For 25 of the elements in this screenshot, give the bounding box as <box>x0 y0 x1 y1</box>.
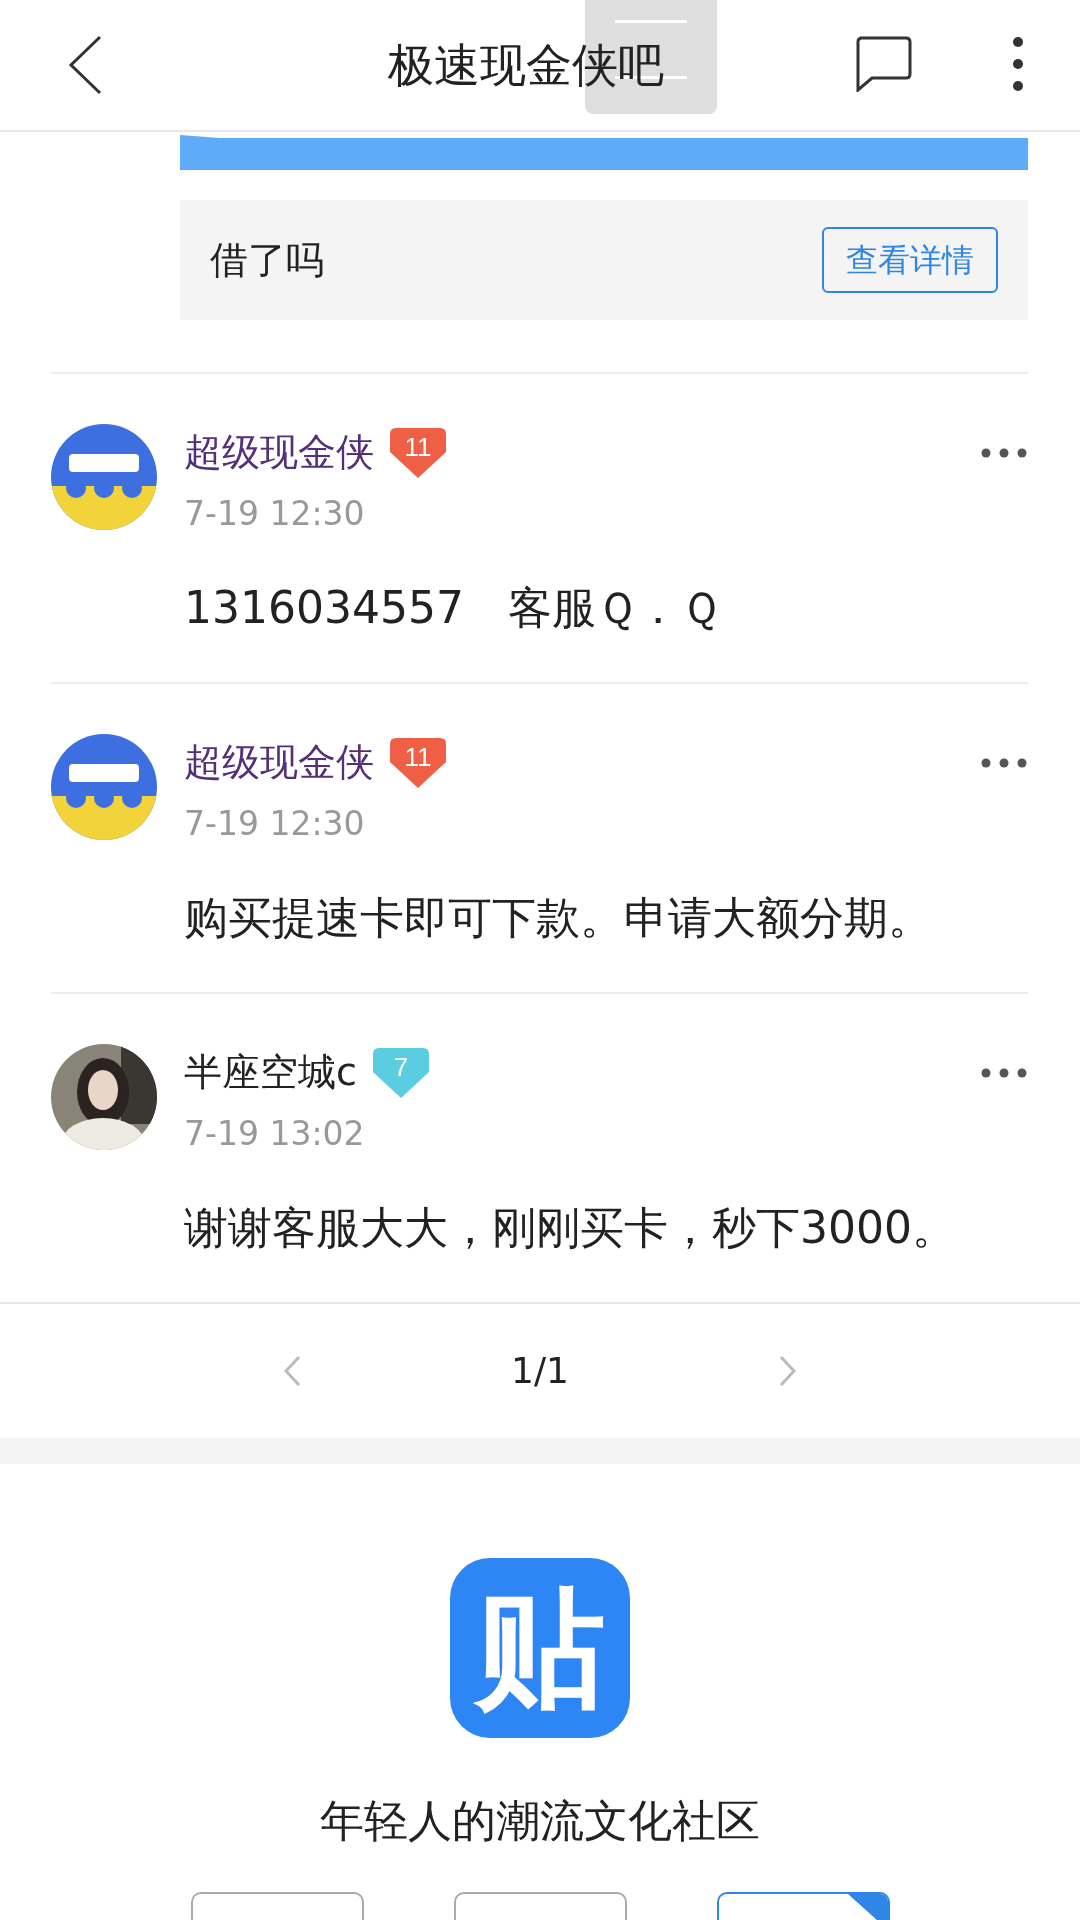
user-name[interactable]: 超级现金侠 <box>184 424 374 481</box>
post-time: 7-19 13:02 <box>184 1113 366 1155</box>
post-content: 购买提速卡即可下款。申请大额分期。 <box>184 890 933 945</box>
more-icon[interactable] <box>980 757 1028 769</box>
page-title: 极速现金侠吧 <box>388 36 664 94</box>
level-badge: 11 <box>390 737 446 788</box>
user-name[interactable]: 超级现金侠 <box>184 734 374 791</box>
corner-ribbon <box>847 1894 888 1920</box>
page-number: 1/1 <box>511 1349 569 1393</box>
more-icon[interactable] <box>980 1067 1028 1079</box>
more-icon[interactable] <box>980 447 1028 459</box>
more-options-icon[interactable] <box>1012 36 1024 92</box>
post-content: 1316034557 客服Ｑ．Ｑ <box>184 580 721 635</box>
store-button[interactable] <box>716 1892 890 1920</box>
post-content: 谢谢客服大大，刚刚买卡，秒下3000。 <box>184 1200 957 1255</box>
comment-icon[interactable] <box>854 36 912 92</box>
card-text: 借了吗 <box>210 236 324 284</box>
level-badge: 7 <box>372 1047 429 1098</box>
app-logo: 贴 <box>450 1558 630 1738</box>
tagline: 年轻人的潮流文化社区 <box>320 1794 760 1848</box>
post-time: 7-19 12:30 <box>184 803 366 845</box>
level-badge: 11 <box>390 427 446 478</box>
back-icon[interactable] <box>68 35 102 95</box>
post-time: 7-19 12:30 <box>184 493 366 535</box>
user-name[interactable]: 半座空城c <box>184 1044 357 1101</box>
